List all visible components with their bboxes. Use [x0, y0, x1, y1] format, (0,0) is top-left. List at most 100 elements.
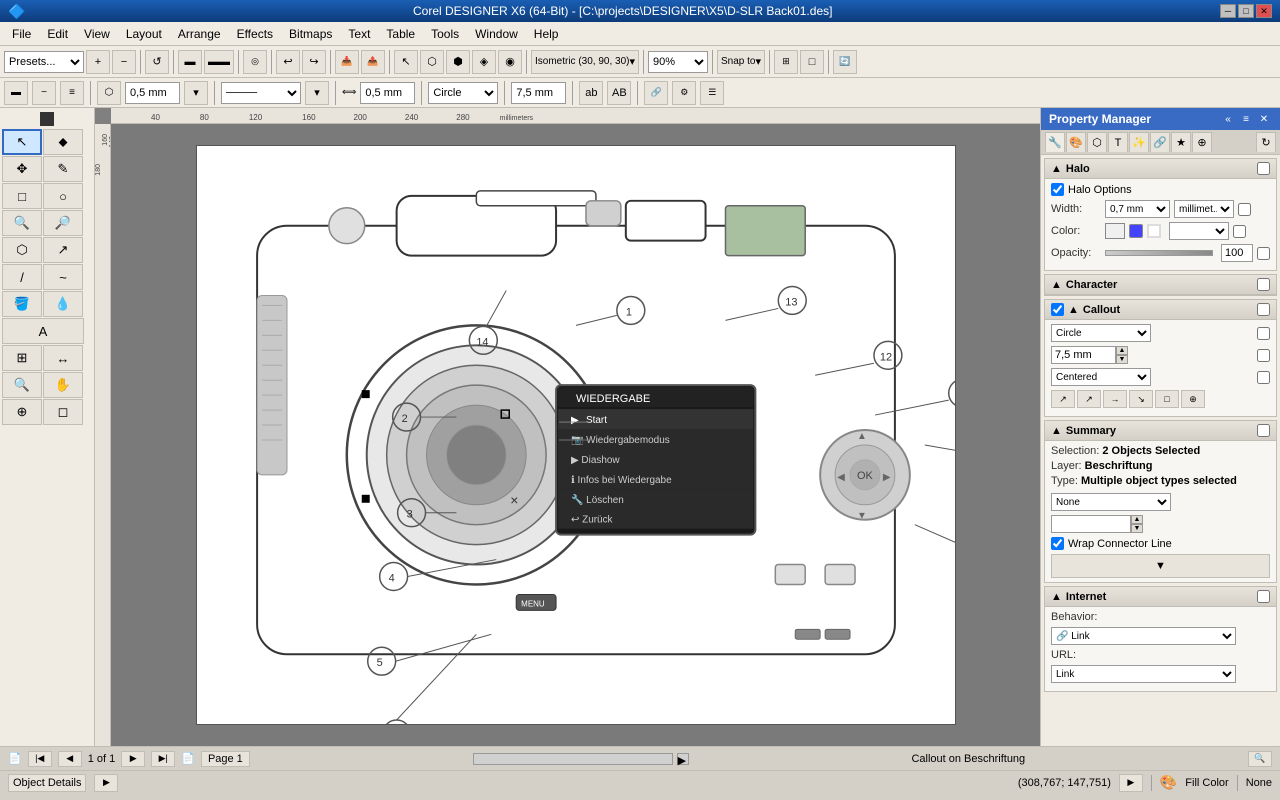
callout-active-checkbox[interactable] — [1051, 303, 1064, 316]
summary-select1[interactable]: None — [1051, 493, 1171, 511]
callout-arrow-btn6[interactable]: ⊕ — [1181, 390, 1205, 408]
halo-color-swatch3[interactable] — [1147, 224, 1161, 238]
delete-button[interactable]: ▬ — [178, 50, 202, 74]
rect-tool[interactable]: □ — [2, 183, 42, 209]
connector-tool[interactable]: ↗ — [43, 237, 83, 263]
pm-tab-symbol[interactable]: ★ — [1171, 132, 1191, 152]
select-tool[interactable]: ↖ — [2, 129, 42, 155]
line-tool[interactable]: / — [2, 264, 42, 290]
view-outline-button[interactable]: □ — [800, 50, 824, 74]
line-plus-btn[interactable]: ≡ — [60, 81, 84, 105]
character-section-header[interactable]: ▲ Character — [1045, 275, 1276, 295]
callout-shape-lock[interactable] — [1257, 327, 1270, 340]
line-style-select[interactable]: ──── — [221, 82, 301, 104]
dims-tool[interactable]: ↔ — [43, 345, 83, 371]
curve-tool[interactable]: ~ — [43, 264, 83, 290]
zoom2-tool[interactable]: 🔎 — [43, 210, 83, 236]
symbol-btn[interactable]: 🔗 — [644, 81, 668, 105]
zoom-select[interactable]: 90% — [648, 51, 708, 73]
summary-section-header[interactable]: ▲ Summary — [1045, 421, 1276, 441]
eyedrop-tool[interactable]: 💧 — [43, 291, 83, 317]
halo-opacity-lock[interactable] — [1257, 247, 1270, 260]
menu-tools[interactable]: Tools — [423, 25, 467, 43]
halo-color-swatch1[interactable] — [1105, 223, 1125, 239]
first-page-btn[interactable]: |◀ — [28, 751, 52, 767]
line-arrow-btn[interactable]: ▾ — [184, 81, 208, 105]
table-tool[interactable]: ⊞ — [2, 345, 42, 371]
rotate-left-button[interactable]: ↺ — [145, 50, 169, 74]
callout-size-down[interactable]: ▼ — [1116, 355, 1128, 364]
node-tool[interactable]: ⬥ — [43, 129, 83, 155]
minimize-button[interactable]: ─ — [1220, 4, 1236, 18]
scroll-right-btn[interactable]: ▶ — [677, 753, 689, 765]
halo-width-value[interactable]: 0,7 mm — [1105, 200, 1170, 218]
ellipse-tool[interactable]: ○ — [43, 183, 83, 209]
menu-file[interactable]: File — [4, 25, 39, 43]
view-mode-dropdown[interactable]: Isometric (30, 90, 30)▾ — [531, 50, 639, 74]
line-minus-btn[interactable]: − — [32, 81, 56, 105]
zoom-tool[interactable]: 🔍 — [2, 210, 42, 236]
line-width-input[interactable] — [125, 82, 180, 104]
halo-color-select[interactable] — [1169, 222, 1229, 240]
undo-button[interactable]: ↩ — [276, 50, 300, 74]
view3d3-button[interactable]: ◈ — [472, 50, 496, 74]
halo-checkbox[interactable] — [1257, 162, 1270, 175]
color-outline-btn[interactable]: ⬡ — [97, 81, 121, 105]
next-page-btn[interactable]: ▶ — [121, 751, 145, 767]
wrap-connector-checkbox[interactable] — [1051, 537, 1064, 550]
freehand-tool[interactable]: ✎ — [43, 156, 83, 182]
pan-tool[interactable]: ✥ — [2, 156, 42, 182]
summary-spinner-input[interactable] — [1051, 515, 1131, 533]
hand-tool[interactable]: ✋ — [43, 372, 83, 398]
callout-size-input[interactable] — [511, 82, 566, 104]
halo-width-unit[interactable]: millimet... — [1174, 200, 1234, 218]
menu-arrange[interactable]: Arrange — [170, 25, 229, 43]
eraser-tool[interactable]: ◻ — [43, 399, 83, 425]
halo-width-lock[interactable] — [1238, 203, 1251, 216]
callout-arrow-btn3[interactable]: → — [1103, 390, 1127, 408]
canvas-content[interactable]: WIEDERGABE ▶ Start 📷 Wiedergabemodus ▶ D… — [111, 124, 1040, 746]
presets-select[interactable]: Presets... — [4, 51, 84, 73]
callout-shape-select[interactable]: Circle — [1051, 324, 1151, 342]
callout-section-header[interactable]: ▲ Callout — [1045, 300, 1276, 320]
expand-details-btn[interactable]: ▶ — [94, 774, 118, 792]
callout-lock-checkbox[interactable] — [1257, 303, 1270, 316]
callout-align-lock[interactable] — [1257, 371, 1270, 384]
callout-align-select[interactable]: Centered — [1051, 368, 1151, 386]
menu-text[interactable]: Text — [340, 25, 378, 43]
zoom-out-status-btn[interactable]: 🔍 — [1248, 751, 1272, 767]
3d-rotate-button[interactable]: 🔄 — [833, 50, 857, 74]
shape-select[interactable]: Circle — [428, 82, 498, 104]
menu-bitmaps[interactable]: Bitmaps — [281, 25, 340, 43]
import-button[interactable]: 📥 — [335, 50, 359, 74]
pm-tab-fill[interactable]: 🎨 — [1066, 132, 1086, 152]
minus-button[interactable]: ▬▬ — [204, 50, 234, 74]
outline-button[interactable]: ◎ — [243, 50, 267, 74]
zoom-in-tool[interactable]: 🔍 — [2, 372, 42, 398]
text-AB-btn[interactable]: AB — [607, 81, 631, 105]
add-preset-button[interactable]: + — [86, 50, 110, 74]
character-checkbox[interactable] — [1257, 278, 1270, 291]
view3d2-button[interactable]: ⬢ — [446, 50, 470, 74]
internet-behavior-select[interactable]: 🔗 Link — [1051, 627, 1236, 645]
line-style-btn[interactable]: ▬ — [4, 81, 28, 105]
symbol3-btn[interactable]: ☰ — [700, 81, 724, 105]
callout-arrow-btn2[interactable]: ↗ — [1077, 390, 1101, 408]
text-tool[interactable]: A — [2, 318, 84, 344]
snap-button[interactable]: Snap to▾ — [717, 50, 765, 74]
pm-menu-btn[interactable]: ≡ — [1238, 112, 1254, 126]
prev-page-btn[interactable]: ◀ — [58, 751, 82, 767]
view3d4-button[interactable]: ◉ — [498, 50, 522, 74]
remove-preset-button[interactable]: − — [112, 50, 136, 74]
summary-spinner-up[interactable]: ▲ — [1131, 515, 1143, 524]
pm-close-btn[interactable]: ✕ — [1256, 112, 1272, 126]
object-details-btn[interactable]: Object Details — [8, 774, 86, 792]
symbol2-btn[interactable]: ⚙ — [672, 81, 696, 105]
halo-options-checkbox[interactable] — [1051, 183, 1064, 196]
close-button[interactable]: ✕ — [1256, 4, 1272, 18]
internet-section-header[interactable]: ▲ Internet — [1045, 587, 1276, 607]
connector2-tool[interactable]: ⊕ — [2, 399, 42, 425]
halo-opacity-input[interactable] — [1221, 244, 1253, 262]
menu-view[interactable]: View — [76, 25, 118, 43]
page-name-btn[interactable]: Page 1 — [201, 751, 250, 767]
